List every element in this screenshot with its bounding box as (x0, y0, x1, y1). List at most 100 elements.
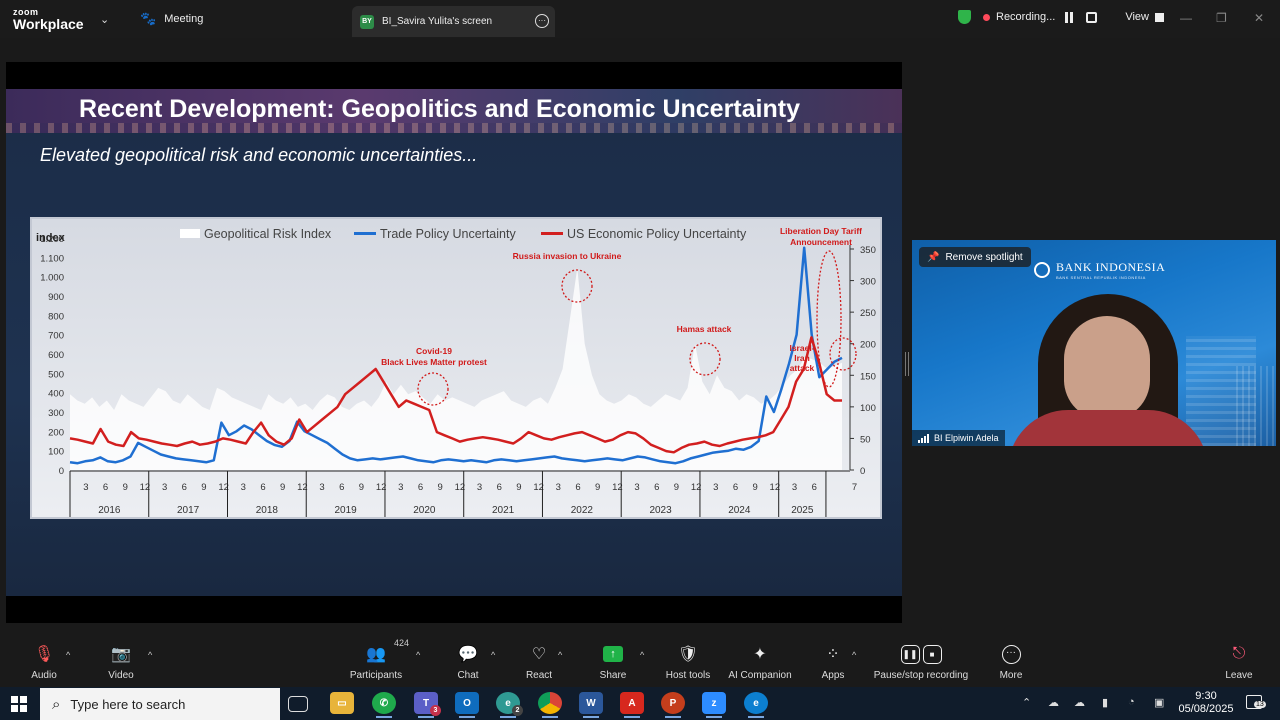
year-label: 2017 (177, 505, 200, 516)
search-input[interactable] (70, 696, 251, 712)
apps-icon: ⁘ (826, 646, 840, 663)
month-tick-label: 6 (260, 482, 265, 493)
uncertainty-chart: index01002003004005006007008009001.0001.… (36, 226, 876, 517)
year-label: 2025 (791, 505, 814, 516)
chrome-icon[interactable] (538, 692, 562, 718)
participant-face (1064, 316, 1150, 420)
leave-button[interactable]: ⎋ Leave (1194, 642, 1280, 681)
recording-dot-icon (983, 13, 990, 21)
left-tick-label: 1.000 (40, 273, 64, 284)
year-label: 2019 (334, 505, 357, 516)
apps-caret-icon[interactable]: ^ (852, 650, 856, 660)
edge-icon[interactable]: e (744, 692, 768, 718)
zoom-app-icon[interactable]: z (702, 692, 726, 718)
logo-text-workplace: Workplace (13, 16, 84, 32)
slide-title: Recent Development: Geopolitics and Econ… (79, 95, 800, 123)
apps-button[interactable]: ⁘ Apps (788, 642, 878, 681)
left-tick-label: 600 (48, 350, 64, 361)
word-icon[interactable]: W (579, 692, 603, 718)
edge-profile-icon[interactable]: 2e (496, 692, 523, 718)
display-icon[interactable]: ▣ (1154, 696, 1164, 709)
video-options-caret-icon[interactable]: ^ (148, 650, 152, 660)
month-tick-label: 9 (516, 482, 521, 493)
panel-resize-handle[interactable] (905, 352, 909, 376)
usb-icon[interactable]: ▮ (1102, 696, 1108, 709)
video-button[interactable]: 📷 Video (76, 642, 166, 681)
right-tick-label: 50 (860, 434, 871, 445)
participants-caret-icon[interactable]: ^ (416, 650, 420, 660)
outlook-icon[interactable]: O (455, 692, 479, 718)
heart-icon: ♡ (531, 646, 547, 663)
acrobat-icon[interactable]: A (620, 692, 644, 718)
more-button[interactable]: ··· More (966, 642, 1056, 681)
month-tick-label: 3 (398, 482, 403, 493)
participant-video-tile[interactable]: BANK INDONESIA BANK SENTRAL REPUBLIK IND… (912, 240, 1276, 446)
chevron-down-icon[interactable]: ⌄ (100, 13, 109, 26)
task-view-icon[interactable] (288, 696, 308, 712)
month-tick-label: 6 (339, 482, 344, 493)
taskbar-search[interactable]: ⌕ (40, 688, 280, 720)
more-options-icon[interactable]: ··· (535, 14, 549, 28)
bank-emblem-icon (1034, 262, 1050, 278)
view-button[interactable]: View (1125, 11, 1164, 23)
zoom-logo[interactable]: zoom Workplace (13, 8, 84, 32)
remove-spotlight-button[interactable]: 📌 Remove spotlight (919, 247, 1031, 267)
share-screen-tab[interactable]: BY BI_Savira Yulita's screen ··· (352, 6, 555, 37)
month-tick-label: 6 (575, 482, 580, 493)
camera-off-icon: 📷 (111, 646, 131, 663)
year-label: 2020 (413, 505, 436, 516)
annotation-blm: Black Lives Matter protest (381, 357, 487, 367)
whatsapp-icon[interactable]: ✆ (372, 692, 396, 718)
month-tick-label: 3 (477, 482, 482, 493)
cloud-icon[interactable]: ☁ (1074, 696, 1085, 709)
pause-stop-label: Pause/stop recording (873, 670, 969, 681)
month-tick-label: 6 (497, 482, 502, 493)
close-icon[interactable]: ✕ (1254, 11, 1264, 25)
wifi-icon[interactable]: ◔ (1128, 696, 1135, 708)
audio-options-caret-icon[interactable]: ^ (66, 650, 70, 660)
maximize-icon[interactable]: ❐ (1216, 11, 1227, 25)
react-caret-icon[interactable]: ^ (558, 650, 562, 660)
month-tick-label: 9 (123, 482, 128, 493)
annotation-liberation-1: Liberation Day Tariff (780, 226, 862, 236)
participants-button[interactable]: 👥 424 Participants (331, 638, 421, 681)
search-icon: ⌕ (52, 695, 61, 713)
powerpoint-icon[interactable]: P (661, 692, 685, 718)
legend-entry: Trade Policy Uncertainty (380, 227, 516, 241)
left-tick-label: 0 (59, 466, 64, 477)
view-label: View (1125, 11, 1149, 23)
file-explorer-icon[interactable]: ▭ (330, 692, 354, 714)
left-tick-label: 200 (48, 427, 64, 438)
security-shield-icon[interactable] (958, 10, 971, 24)
audio-label: Audio (31, 670, 57, 681)
tray-overflow-icon[interactable]: ⌃ (1022, 696, 1031, 709)
annotation-circle-israel (829, 337, 857, 371)
onedrive-sync-icon[interactable]: ☁ (1048, 696, 1059, 709)
edge-badge: 2 (512, 705, 523, 716)
signal-strength-icon (918, 433, 929, 443)
remove-spotlight-label: Remove spotlight (945, 251, 1023, 263)
teams-icon[interactable]: 3T (414, 692, 441, 718)
left-tick-label: 700 (48, 331, 64, 342)
left-tick-label: 800 (48, 311, 64, 322)
minimize-icon[interactable]: — (1180, 11, 1192, 25)
stop-recording-icon[interactable] (1086, 11, 1098, 23)
system-clock[interactable]: 9:30 05/08/2025 (1174, 690, 1238, 716)
legend-swatch-line (541, 232, 563, 235)
chart-panel: index 0 100 200 300 400 500 600 700 800 900 1.000 1.… (30, 217, 882, 519)
chat-label: Chat (457, 670, 479, 681)
pause-recording-icon[interactable] (1065, 11, 1076, 23)
share-screen-icon: ↑ (603, 642, 623, 666)
right-tick-label: 300 (860, 277, 876, 288)
teams-badge: 3 (430, 705, 441, 716)
pause-stop-recording-button[interactable]: ❚❚ ■ Pause/stop recording (866, 642, 976, 681)
year-label: 2021 (492, 505, 515, 516)
meeting-button[interactable]: 🐾 Meeting (140, 11, 203, 27)
windows-start-icon[interactable] (11, 696, 27, 712)
month-tick-label: 9 (438, 482, 443, 493)
host-tools-label: Host tools (665, 670, 711, 681)
leave-icon: ⎋ (1232, 645, 1246, 662)
presentation-slide: Recent Development: Geopolitics and Econ… (6, 89, 902, 596)
annotation-hamas: Hamas attack (677, 324, 732, 334)
right-tick-label: 150 (860, 371, 876, 382)
